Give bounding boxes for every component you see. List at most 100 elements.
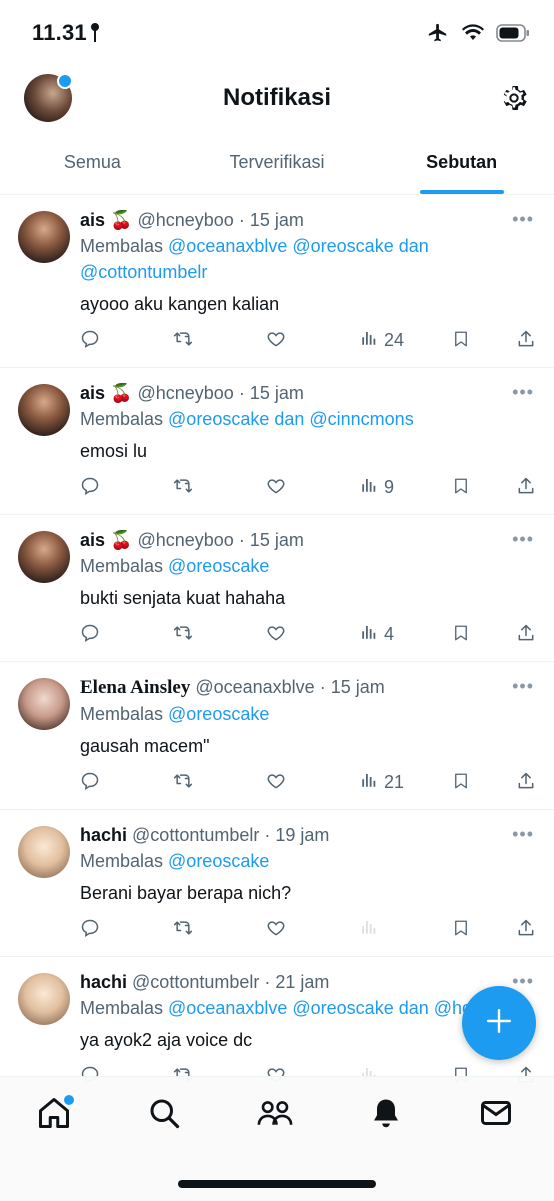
- search-tab[interactable]: [146, 1095, 186, 1135]
- bookmark-icon[interactable]: [452, 623, 470, 643]
- retweet-icon[interactable]: [172, 476, 194, 496]
- avatar[interactable]: [18, 211, 70, 263]
- views-icon: [360, 329, 378, 352]
- communities-icon: [257, 1101, 293, 1125]
- display-name[interactable]: ais 🍒: [80, 210, 132, 230]
- wifi-icon: [462, 24, 484, 47]
- tweet[interactable]: ais 🍒 @hcneyboo · 15 jam ••• Membalas @o…: [0, 368, 554, 515]
- views-icon: [360, 918, 378, 941]
- user-handle: @cottontumbelr: [132, 825, 260, 845]
- tweet-text: emosi lu: [80, 441, 148, 461]
- user-handle: @hcneyboo: [137, 530, 234, 550]
- retweet-icon[interactable]: [172, 329, 194, 349]
- views-count: 21: [384, 772, 405, 792]
- share-icon[interactable]: [516, 476, 536, 496]
- tweet[interactable]: Elena Ainsley @oceanaxblve · 15 jam ••• …: [0, 662, 554, 810]
- reply-mentions[interactable]: @oreoscake: [168, 851, 269, 871]
- mail-icon: [481, 1101, 511, 1125]
- avatar[interactable]: [18, 826, 70, 878]
- compose-button[interactable]: [462, 986, 536, 1060]
- avatar[interactable]: [18, 973, 70, 1025]
- tweet[interactable]: ais 🍒 @hcneyboo · 15 jam ••• Membalas @o…: [0, 195, 554, 368]
- reply-icon[interactable]: [80, 918, 100, 938]
- tweet-actions: [80, 918, 536, 944]
- views-counter[interactable]: 4: [360, 623, 394, 646]
- tweet-actions: 21: [80, 771, 536, 797]
- avatar[interactable]: [18, 384, 70, 436]
- share-icon[interactable]: [516, 329, 536, 349]
- messages-tab[interactable]: [478, 1095, 518, 1135]
- more-options-icon[interactable]: •••: [512, 824, 534, 845]
- tab-label: Semua: [63, 152, 121, 172]
- reply-context: Membalas @oreoscake dan @cinncmons: [80, 406, 536, 432]
- tweet-time: · 15 jam: [238, 530, 304, 550]
- retweet-icon[interactable]: [172, 623, 194, 643]
- reply-context: Membalas @oceanaxblve @oreoscake dan @co…: [80, 233, 536, 285]
- tab-sebutan[interactable]: Sebutan: [369, 132, 554, 194]
- avatar[interactable]: [18, 678, 70, 730]
- views-count: 4: [384, 624, 395, 644]
- like-icon[interactable]: [266, 476, 286, 496]
- reply-icon[interactable]: [80, 623, 100, 643]
- tweet[interactable]: hachi @cottontumbelr · 19 jam ••• Membal…: [0, 810, 554, 957]
- share-icon[interactable]: [516, 771, 536, 791]
- reply-prefix: Membalas: [80, 409, 169, 429]
- reply-icon[interactable]: [80, 476, 100, 496]
- views-counter[interactable]: 9: [360, 476, 394, 499]
- more-options-icon[interactable]: •••: [512, 676, 534, 697]
- more-options-icon[interactable]: •••: [512, 382, 534, 403]
- tweet-text: ayooo aku kangen kalian: [80, 294, 280, 314]
- like-icon[interactable]: [266, 623, 286, 643]
- bookmark-icon[interactable]: [452, 771, 470, 791]
- tweet-actions: 9: [80, 476, 536, 502]
- reply-mentions[interactable]: @oreoscake: [168, 556, 269, 576]
- notifications-tab[interactable]: [368, 1095, 408, 1135]
- reply-mentions[interactable]: @oreoscake dan @cinncmons: [168, 409, 414, 429]
- home-indicator: [178, 1180, 376, 1188]
- reply-mentions[interactable]: @oreoscake: [168, 704, 269, 724]
- display-name[interactable]: ais 🍒: [80, 383, 132, 403]
- tab-label: Terverifikasi: [229, 152, 325, 172]
- share-icon[interactable]: [516, 918, 536, 938]
- tweet-time: · 15 jam: [319, 677, 385, 697]
- display-name[interactable]: hachi: [80, 825, 127, 845]
- status-bar: 11.31: [0, 0, 554, 64]
- like-icon[interactable]: [266, 329, 286, 349]
- more-options-icon[interactable]: •••: [512, 209, 534, 230]
- reply-icon[interactable]: [80, 329, 100, 349]
- avatar[interactable]: [18, 531, 70, 583]
- tab-terverifikasi[interactable]: Terverifikasi: [185, 132, 370, 194]
- home-tab[interactable]: [36, 1093, 76, 1135]
- tab-semua[interactable]: Semua: [0, 132, 185, 194]
- user-handle: @cottontumbelr: [132, 972, 260, 992]
- like-icon[interactable]: [266, 771, 286, 791]
- tweet-actions: 4: [80, 623, 536, 649]
- views-counter[interactable]: 24: [360, 329, 404, 352]
- retweet-icon[interactable]: [172, 918, 194, 938]
- display-name[interactable]: ais 🍒: [80, 530, 132, 550]
- tweet-time: · 19 jam: [264, 825, 330, 845]
- communities-tab[interactable]: [256, 1095, 296, 1135]
- settings-gear-icon[interactable]: [498, 82, 530, 119]
- bookmark-icon[interactable]: [452, 918, 470, 938]
- like-icon[interactable]: [266, 918, 286, 938]
- display-name[interactable]: hachi: [80, 972, 127, 992]
- tweet-text: bukti senjata kuat hahaha: [80, 588, 286, 608]
- views-counter[interactable]: 21: [360, 771, 404, 794]
- views-counter[interactable]: [360, 918, 378, 941]
- bell-icon: [374, 1099, 398, 1128]
- bookmark-icon[interactable]: [452, 476, 470, 496]
- plus-icon: [484, 1006, 514, 1041]
- tweet[interactable]: ais 🍒 @hcneyboo · 15 jam ••• Membalas @o…: [0, 515, 554, 662]
- reply-context: Membalas @oreoscake: [80, 848, 536, 874]
- more-options-icon[interactable]: •••: [512, 529, 534, 550]
- active-tab-indicator: [419, 190, 504, 194]
- bookmark-icon[interactable]: [452, 329, 470, 349]
- display-name[interactable]: Elena Ainsley: [80, 677, 190, 698]
- reply-context: Membalas @oreoscake: [80, 553, 536, 579]
- share-icon[interactable]: [516, 623, 536, 643]
- tweet-time: · 15 jam: [238, 210, 304, 230]
- retweet-icon[interactable]: [172, 771, 194, 791]
- mentions-feed: ais 🍒 @hcneyboo · 15 jam ••• Membalas @o…: [0, 195, 554, 1104]
- reply-icon[interactable]: [80, 771, 100, 791]
